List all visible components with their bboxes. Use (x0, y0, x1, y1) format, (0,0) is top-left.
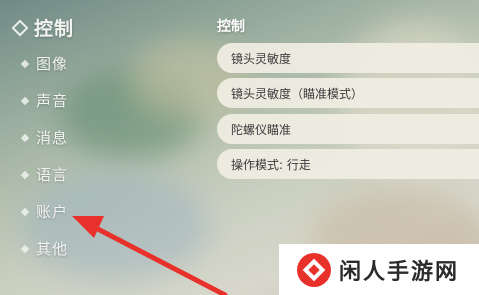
watermark: 闲人手游网 (279, 244, 479, 295)
watermark-logo-icon (297, 252, 331, 287)
watermark-text: 闲人手游网 (339, 259, 460, 285)
